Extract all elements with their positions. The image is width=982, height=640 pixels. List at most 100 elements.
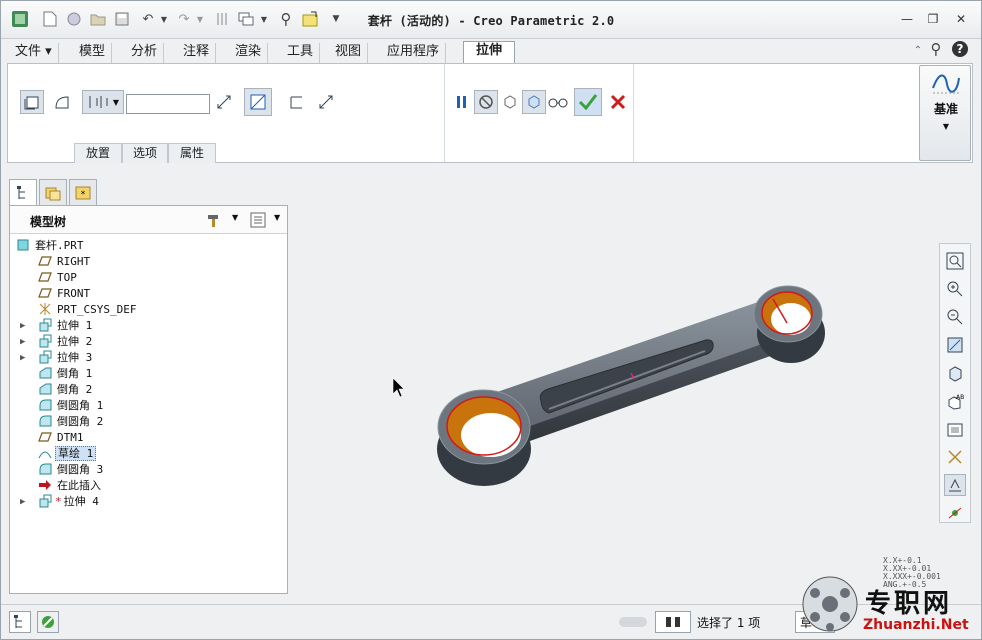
tree-item-10[interactable]: 倒圆角 1 (38, 398, 105, 414)
depth-dropdown-icon[interactable]: ▼ (113, 98, 119, 107)
tree-item-5[interactable]: ▶ 拉伸 1 (20, 318, 94, 334)
tree-item-label: 拉伸 2 (57, 335, 93, 348)
ribbon-separator (444, 64, 445, 162)
tree-item-label: 拉伸 1 (57, 319, 93, 332)
zoom-out-icon[interactable] (944, 306, 966, 328)
search-help-icon[interactable]: ⚲ (927, 40, 945, 58)
connecting-rod-model[interactable] (291, 173, 941, 603)
tree-filters-icon[interactable] (250, 212, 266, 231)
title-bar: ↶ ▼ ↷ ▼ ▼ ⚲ ▼ 套杆 (活动的) - Creo Parametric… (1, 1, 981, 39)
refit-icon[interactable] (944, 250, 966, 272)
depth-value-input[interactable] (126, 94, 210, 114)
expand-arrow-icon[interactable]: ▶ (20, 350, 30, 366)
tab-applications[interactable]: 应用程序 (381, 43, 447, 63)
datum-button[interactable]: 基准 ▼ (919, 65, 971, 161)
expand-arrow-icon[interactable]: ▶ (20, 334, 30, 350)
depth-option-button[interactable]: ▼ (82, 90, 124, 114)
collapse-ribbon-icon[interactable]: ⌃ (909, 41, 927, 59)
model-tree-tab[interactable] (9, 179, 37, 205)
extrude-icon (38, 334, 52, 348)
minimize-button[interactable]: — (895, 9, 919, 29)
graphics-window[interactable] (291, 173, 941, 603)
feature-preview-icon[interactable] (522, 90, 546, 114)
tree-item-3[interactable]: FRONT (38, 286, 92, 302)
tab-tools[interactable]: 工具 (281, 43, 321, 63)
tab-model[interactable]: 模型 (73, 43, 113, 63)
datum-dropdown-icon[interactable]: ▼ (920, 122, 972, 131)
tab-extrude[interactable]: 拉伸 (463, 41, 515, 64)
spin-center-icon[interactable] (944, 502, 966, 524)
tab-options[interactable]: 选项 (122, 143, 168, 163)
tab-render[interactable]: 渲染 (229, 43, 269, 63)
window-title: 套杆 (活动的) - Creo Parametric 2.0 (367, 14, 615, 28)
tree-item-13[interactable]: 草绘 1 (38, 446, 97, 462)
toggle-navigator-icon[interactable] (9, 611, 31, 633)
display-style-icon[interactable] (944, 362, 966, 384)
tree-settings-dropdown-icon[interactable]: ▼ (232, 213, 238, 222)
tree-item-7[interactable]: ▶ 拉伸 3 (20, 350, 94, 366)
tree-item-11[interactable]: 倒圆角 2 (38, 414, 105, 430)
zoom-in-icon[interactable] (944, 278, 966, 300)
tree-item-6[interactable]: ▶ 拉伸 2 (20, 334, 94, 350)
saved-orientations-icon[interactable]: AB (944, 390, 966, 412)
extrude-solid-button[interactable] (20, 90, 44, 114)
tree-item-4[interactable]: PRT_CSYS_DEF (38, 302, 138, 318)
verify-mode-icon[interactable] (498, 90, 522, 114)
remove-material-button[interactable] (244, 88, 272, 116)
insert-arrow-icon (38, 478, 52, 492)
tab-properties[interactable]: 属性 (168, 143, 216, 163)
svg-text:?: ? (957, 42, 964, 56)
tree-item-0[interactable]: 套杆.PRT (16, 238, 86, 254)
close-button[interactable]: ✕ (949, 9, 973, 29)
repaint-icon[interactable] (944, 334, 966, 356)
toggle-browser-icon[interactable] (37, 611, 59, 633)
ribbon-separator (633, 64, 634, 162)
tree-item-15[interactable]: 在此插入 (38, 478, 103, 494)
tree-filters-dropdown-icon[interactable]: ▼ (274, 213, 280, 222)
round-icon (38, 398, 52, 412)
tab-analysis[interactable]: 分析 (125, 43, 165, 63)
pause-icon[interactable] (450, 90, 474, 114)
tree-item-14[interactable]: 倒圆角 3 (38, 462, 105, 478)
big-hole (461, 413, 521, 457)
datum-display-filters-icon[interactable] (944, 446, 966, 468)
no-preview-icon[interactable] (474, 90, 498, 114)
expand-arrow-icon[interactable]: ▶ (20, 318, 30, 334)
help-icon[interactable]: ? (951, 40, 969, 58)
tree-item-label: 草绘 1 (55, 446, 97, 461)
tree-item-8[interactable]: 倒角 1 (38, 366, 94, 382)
tree-item-label: 倒角 1 (57, 367, 93, 380)
round-icon (38, 462, 52, 476)
tab-file[interactable]: 文件 ▾ (9, 43, 59, 63)
soccer-ball-logo-icon (802, 576, 858, 632)
extrude-surface-button[interactable] (50, 90, 74, 114)
model-tree-title: 模型树 (30, 215, 67, 229)
folder-browser-tab[interactable] (39, 179, 67, 205)
tree-item-label: 倒圆角 1 (57, 399, 104, 412)
tab-annotate[interactable]: 注释 (177, 43, 217, 63)
tree-item-9[interactable]: 倒角 2 (38, 382, 94, 398)
expand-arrow-icon[interactable]: ▶ (20, 494, 30, 510)
thicken-flip-button[interactable] (314, 90, 338, 114)
flip-direction-button[interactable] (212, 90, 236, 114)
tab-view[interactable]: 视图 (329, 43, 369, 63)
datum-label: 基准 (933, 102, 958, 116)
tree-item-12[interactable]: DTM1 (38, 430, 86, 446)
tab-placement[interactable]: 放置 (74, 143, 122, 163)
annotation-display-icon[interactable] (944, 474, 966, 496)
tree-item-1[interactable]: RIGHT (38, 254, 92, 270)
favorites-tab[interactable]: * (69, 179, 97, 205)
datum-plane-icon (38, 286, 52, 300)
restore-button[interactable]: ❐ (921, 9, 945, 29)
thicken-sketch-button[interactable] (284, 90, 308, 114)
cancel-x-button[interactable] (606, 90, 630, 114)
tree-settings-icon[interactable] (206, 212, 224, 231)
selection-filter-icon[interactable] (655, 611, 691, 633)
tree-item-2[interactable]: TOP (38, 270, 79, 286)
tree-item-label: RIGHT (57, 255, 91, 268)
ok-checkmark-button[interactable] (574, 88, 602, 116)
glasses-icon[interactable] (546, 90, 570, 114)
tree-item-label: 套杆.PRT (35, 239, 84, 252)
view-manager-icon[interactable] (944, 418, 966, 440)
tree-item-16[interactable]: ▶ * 拉伸 4 (20, 494, 101, 510)
